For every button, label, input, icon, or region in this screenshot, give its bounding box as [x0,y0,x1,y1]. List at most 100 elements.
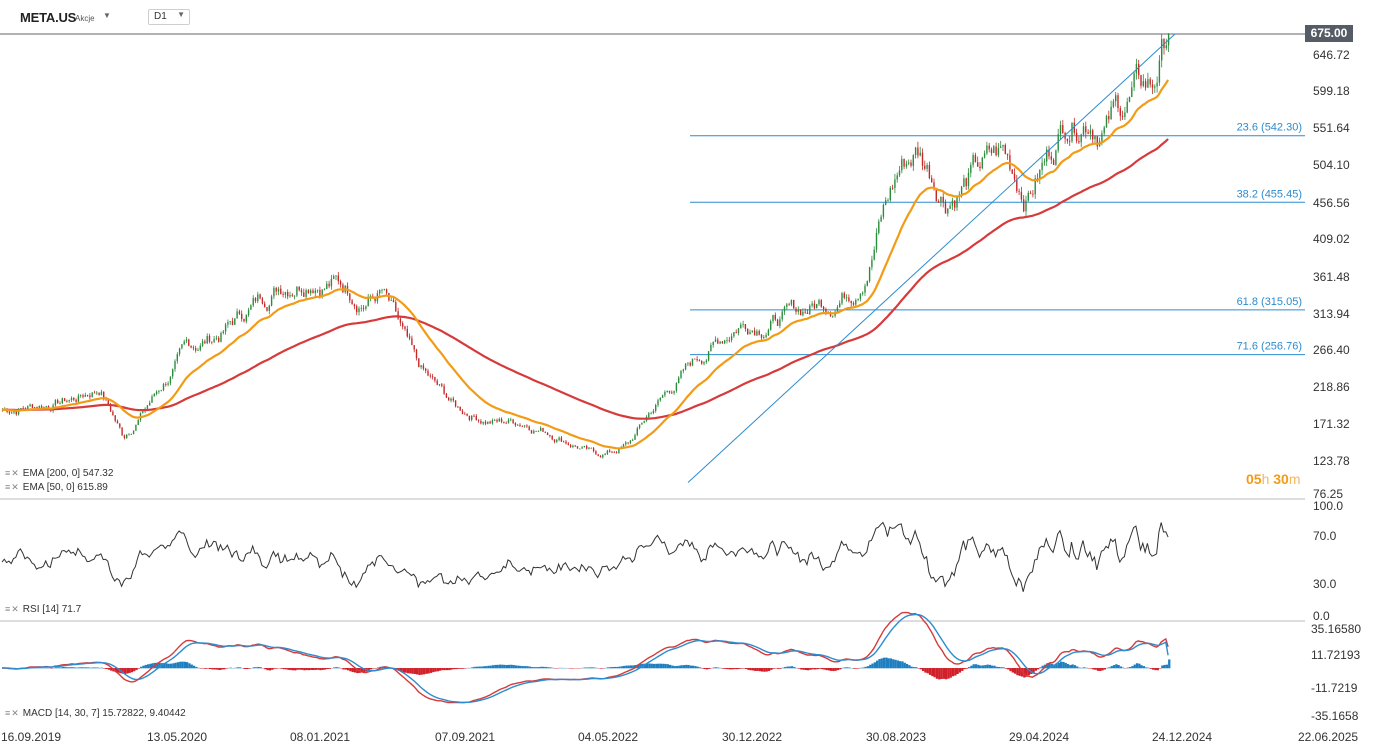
candle-body [887,200,889,201]
macd-label: MACD [14, 30, 7] 15.72822, 9.40442 [22,708,186,719]
candle-body [549,435,551,436]
candle-body [714,339,717,342]
legend-ema200[interactable]: ≡✕ EMA [200, 0] 547.32 [5,467,113,480]
candle-body [1018,191,1020,192]
legend-rsi[interactable]: ≡✕ RSI [14] 71.7 [5,603,81,616]
macd-hist-bar [179,661,182,669]
candle-body [839,303,841,308]
candle-body [471,415,473,420]
macd-tick-label: -35.1658 [1311,709,1359,723]
macd-hist-bar [255,667,258,669]
macd-tick-label: -11.7219 [1311,681,1358,695]
macd-hist-bar [1112,665,1116,669]
candle-body [719,341,721,344]
macd-hist-bar [666,664,669,669]
candle-body [328,283,330,287]
candle-body [1013,173,1016,180]
candle-body [857,298,859,300]
settings-close-icon[interactable]: ≡✕ [5,482,20,492]
symbol-name[interactable]: META.US [20,10,76,25]
symbol-dropdown-icon[interactable]: ▼ [103,11,111,20]
price-tick-label: 599.18 [1313,84,1350,98]
price-tick-label: 409.02 [1313,232,1350,246]
candle-body [721,341,724,344]
settings-close-icon[interactable]: ≡✕ [5,708,20,718]
candle-body [1154,86,1156,88]
macd-hist-bar [142,665,145,669]
macd-hist-bar [905,663,909,669]
candle-body [618,448,620,454]
candle-body [491,420,494,424]
candle-body [498,418,500,422]
timeframe-select[interactable]: D1 ▼ [148,9,190,25]
chart-canvas[interactable]: 23.6 (542.30) 38.2 (455.45) 61.8 (315.05) 7… [0,0,1373,746]
candle-body [606,450,609,454]
candle-body [799,309,802,316]
legend-macd[interactable]: ≡✕ MACD [14, 30, 7] 15.72822, 9.40442 [5,707,186,720]
candle-body [259,294,261,299]
candle-body [484,421,487,424]
legend-ema50[interactable]: ≡✕ EMA [50, 0] 615.89 [5,481,108,494]
macd-hist-bar [84,667,88,669]
price-tick-label: 646.72 [1313,48,1350,62]
macd-hist-bar [1039,667,1042,669]
candle-body [687,362,689,364]
candle-body [188,339,190,346]
macd-hist-bar [1152,668,1155,670]
candle-body [404,326,406,329]
date-tick-label: 04.05.2022 [578,730,638,744]
candle-body [1027,192,1029,201]
macd-hist-bar [926,668,929,674]
macd-hist-bar [296,668,299,670]
macd-hist-bar [144,664,147,669]
candle-body [790,299,793,305]
macd-hist-bar [271,668,274,670]
candle-body [880,216,882,222]
candle-body [744,324,747,329]
candle-body [684,363,687,370]
settings-close-icon[interactable]: ≡✕ [5,468,20,478]
fib-level-label: 38.2 (455.45) [1237,188,1302,200]
macd-hist-bar [510,664,513,669]
candle-body [29,404,31,407]
candle-body [967,172,970,187]
candle-body [245,315,247,322]
candle-body [441,384,443,386]
candle-body [822,306,825,310]
candle-body [590,447,592,449]
macd-hist-bar [813,668,817,670]
candle-body [599,455,602,458]
candle-body [627,442,629,444]
candle-body [195,348,197,351]
macd-hist-bar [188,663,191,669]
candle-body [898,170,901,176]
settings-close-icon[interactable]: ≡✕ [5,604,20,614]
candle-body [34,407,36,408]
candle-body [650,413,652,414]
candle-body [1131,87,1133,97]
candle-body [781,311,783,320]
candle-body [983,153,986,158]
candle-body [804,311,806,313]
candle-body [351,300,353,305]
candle-body [586,446,588,449]
ema200-label: EMA [200, 0] 547.32 [22,468,114,479]
macd-hist-bar [797,668,801,669]
rsi-tick-label: 0.0 [1313,609,1330,623]
candle-body [335,275,337,277]
candle-body [919,152,921,156]
candle-body [300,290,303,293]
macd-hist-bar [1142,666,1146,669]
candle-body [928,164,931,179]
candle-body [1151,84,1154,88]
macd-hist-bar [533,667,536,669]
candle-body [158,390,160,392]
macd-hist-bar [222,668,226,670]
candle-body [767,329,770,336]
macd-hist-bar [91,667,94,669]
macd-hist-bar [609,667,612,669]
date-tick-label: 16.09.2019 [1,730,61,744]
candle-body [765,335,767,338]
macd-hist-bar [301,668,304,670]
candle-body [406,328,408,337]
